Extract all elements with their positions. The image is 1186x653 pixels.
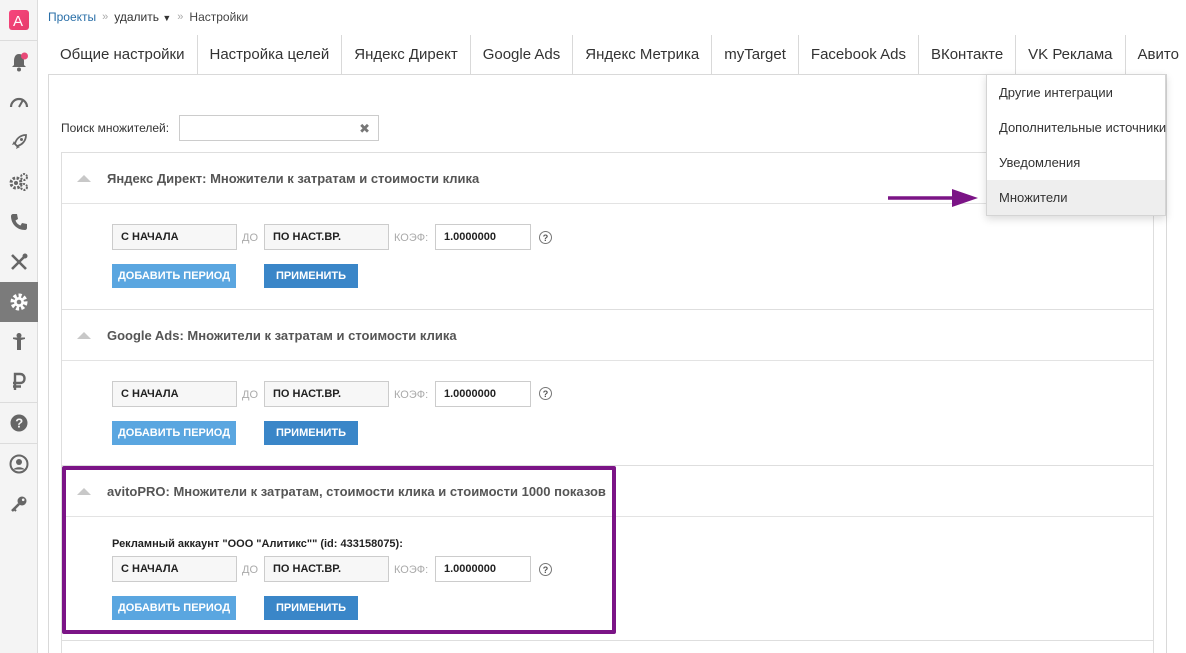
more-tabs-dropdown: Другие интеграции Дополнительные источни… (986, 74, 1166, 216)
period-to-label: ДО (242, 232, 259, 244)
collapse-caret-icon[interactable] (77, 331, 91, 339)
apply-button[interactable]: ПРИМЕНИТЬ (264, 264, 358, 288)
logo-icon: A (9, 10, 29, 30)
tab-vk-ads[interactable]: VK Реклама (1016, 35, 1126, 74)
search-label: Поиск множителей: (61, 121, 170, 135)
annotation-arrow-icon (888, 189, 978, 207)
breadcrumb-projects[interactable]: Проекты (48, 10, 96, 24)
period-to-field[interactable]: ПО НАСТ.ВР. (264, 556, 389, 582)
settings-tabs: Общие настройки Настройка целей Яндекс Д… (48, 35, 1179, 75)
period-to-label: ДО (242, 389, 259, 401)
menu-item-other-integrations[interactable]: Другие интеграции (987, 75, 1165, 110)
left-sidebar: A ? (0, 0, 38, 653)
gears-icon (9, 173, 28, 191)
period-from-field[interactable]: С НАЧАЛА (112, 224, 237, 250)
tab-yandex-direct[interactable]: Яндекс Директ (342, 35, 471, 74)
tab-facebook-ads[interactable]: Facebook Ads (799, 35, 919, 74)
period-to-field[interactable]: ПО НАСТ.ВР. (264, 381, 389, 407)
logo[interactable]: A (0, 0, 38, 40)
panel-title: avitoPRO: Множители к затратам, стоимост… (107, 483, 606, 499)
tab-yandex-metrika[interactable]: Яндекс Метрика (573, 35, 713, 74)
sidebar-item-help[interactable]: ? (0, 403, 38, 443)
ruble-icon (13, 372, 26, 390)
ad-account-label: Рекламный аккаунт "ООО "Алитикс"" (id: 4… (112, 538, 403, 550)
period-from-field[interactable]: С НАЧАЛА (112, 556, 237, 582)
tab-avito[interactable]: Авито (1126, 35, 1186, 74)
speedometer-icon (9, 97, 29, 108)
tools-icon (11, 253, 28, 270)
coef-label: КОЭФ: (394, 564, 429, 576)
gear-icon (10, 293, 28, 311)
breadcrumb-separator: » (102, 11, 109, 23)
coef-input[interactable]: 1.0000000 (435, 556, 531, 582)
tab-general[interactable]: Общие настройки (48, 35, 198, 74)
tab-mytarget[interactable]: myTarget (712, 35, 799, 74)
sidebar-item-profile[interactable] (0, 444, 38, 484)
user-icon (9, 454, 29, 474)
coef-label: КОЭФ: (394, 232, 429, 244)
coef-input[interactable]: 1.0000000 (435, 224, 531, 250)
add-period-button[interactable]: ДОБАВИТЬ ПЕРИОД (112, 421, 236, 445)
help-icon[interactable]: ? (539, 387, 552, 400)
sidebar-item-billing[interactable] (0, 362, 38, 402)
bell-icon (12, 52, 28, 72)
sidebar-item-notifications[interactable] (0, 42, 38, 82)
add-period-button[interactable]: ДОБАВИТЬ ПЕРИОД (112, 596, 236, 620)
panel-header[interactable]: Google Ads: Множители к затратам и стоим… (62, 310, 1153, 361)
menu-item-multipliers[interactable]: Множители (987, 180, 1165, 215)
period-to-label: ДО (242, 564, 259, 576)
svg-text:?: ? (15, 416, 23, 431)
collapse-caret-icon[interactable] (77, 174, 91, 182)
help-icon[interactable]: ? (539, 231, 552, 244)
breadcrumb-separator: » (177, 11, 184, 23)
menu-item-additional-sources[interactable]: Дополнительные источники (987, 110, 1166, 145)
tab-google-ads[interactable]: Google Ads (471, 35, 574, 74)
clear-icon[interactable]: ✖ (359, 121, 370, 137)
sidebar-item-integrations[interactable] (0, 162, 38, 202)
apply-button[interactable]: ПРИМЕНИТЬ (264, 421, 358, 445)
panel-title: Яндекс Директ: Множители к затратам и ст… (107, 170, 480, 186)
help-icon: ? (10, 414, 28, 432)
period-to-field[interactable]: ПО НАСТ.ВР. (264, 224, 389, 250)
phone-icon (11, 214, 27, 230)
sidebar-item-access[interactable] (0, 484, 38, 524)
add-period-button[interactable]: ДОБАВИТЬ ПЕРИОД (112, 264, 236, 288)
tab-goals[interactable]: Настройка целей (198, 35, 343, 74)
breadcrumb-current: Настройки (189, 10, 249, 24)
apply-button[interactable]: ПРИМЕНИТЬ (264, 596, 358, 620)
breadcrumb: Проекты » удалить ▼ » Настройки (48, 10, 248, 24)
breadcrumb-project-select[interactable]: удалить ▼ (114, 10, 171, 24)
sidebar-item-settings[interactable] (0, 282, 38, 322)
coef-input[interactable]: 1.0000000 (435, 381, 531, 407)
panel-divider (62, 640, 1153, 641)
period-from-field[interactable]: С НАЧАЛА (112, 381, 237, 407)
help-icon[interactable]: ? (539, 563, 552, 576)
panel-title: Google Ads: Множители к затратам и стоим… (107, 327, 457, 343)
coef-label: КОЭФ: (394, 389, 429, 401)
panel-header[interactable]: avitoPRO: Множители к затратам, стоимост… (62, 466, 1153, 517)
sidebar-item-dashboard[interactable] (0, 82, 38, 122)
tab-vkontakte[interactable]: ВКонтакте (919, 35, 1017, 74)
person-icon (13, 333, 25, 350)
sidebar-item-launch[interactable] (0, 122, 38, 162)
sidebar-item-calls[interactable] (0, 202, 38, 242)
breadcrumb-project-label: удалить (114, 10, 160, 24)
search-input[interactable]: ✖ (179, 115, 379, 141)
chevron-down-icon: ▼ (162, 13, 172, 23)
menu-item-notifications[interactable]: Уведомления (987, 145, 1165, 180)
key-icon (11, 496, 27, 512)
sidebar-item-tools[interactable] (0, 242, 38, 282)
collapse-caret-icon[interactable] (77, 487, 91, 495)
svg-text:A: A (13, 13, 23, 30)
sidebar-item-people[interactable] (0, 322, 38, 362)
rocket-icon (12, 134, 27, 149)
